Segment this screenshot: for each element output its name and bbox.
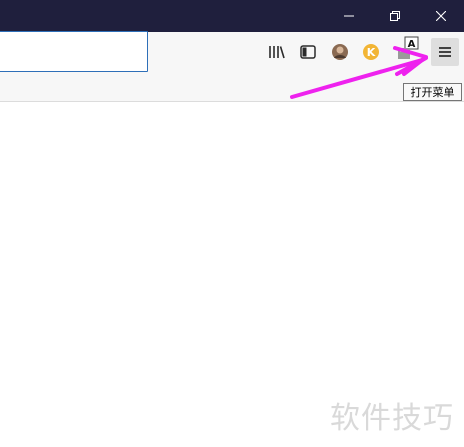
minimize-button[interactable] xyxy=(326,0,372,32)
open-menu-tooltip: 打开菜单 xyxy=(403,83,462,101)
url-bar[interactable] xyxy=(0,31,148,72)
hamburger-menu-icon xyxy=(439,47,451,57)
close-button[interactable] xyxy=(418,0,464,32)
avatar-icon xyxy=(332,44,348,60)
restore-button[interactable] xyxy=(372,0,418,32)
title-bar xyxy=(0,0,464,32)
close-icon xyxy=(436,11,446,21)
account-button[interactable] xyxy=(326,38,354,66)
svg-text:K: K xyxy=(367,46,376,59)
minimize-icon xyxy=(344,15,354,17)
translate-icon: A xyxy=(398,36,419,59)
sidebar-icon xyxy=(300,45,316,59)
library-button[interactable] xyxy=(263,38,291,66)
watermark: 软件技巧 xyxy=(330,401,454,436)
translate-button[interactable]: A xyxy=(393,36,421,64)
open-menu-button[interactable] xyxy=(431,38,459,66)
extension-button[interactable]: K xyxy=(357,38,385,66)
library-icon xyxy=(269,46,285,59)
sidebar-button[interactable] xyxy=(294,38,322,66)
restore-icon xyxy=(390,11,400,21)
extension-icon: K xyxy=(363,44,379,60)
